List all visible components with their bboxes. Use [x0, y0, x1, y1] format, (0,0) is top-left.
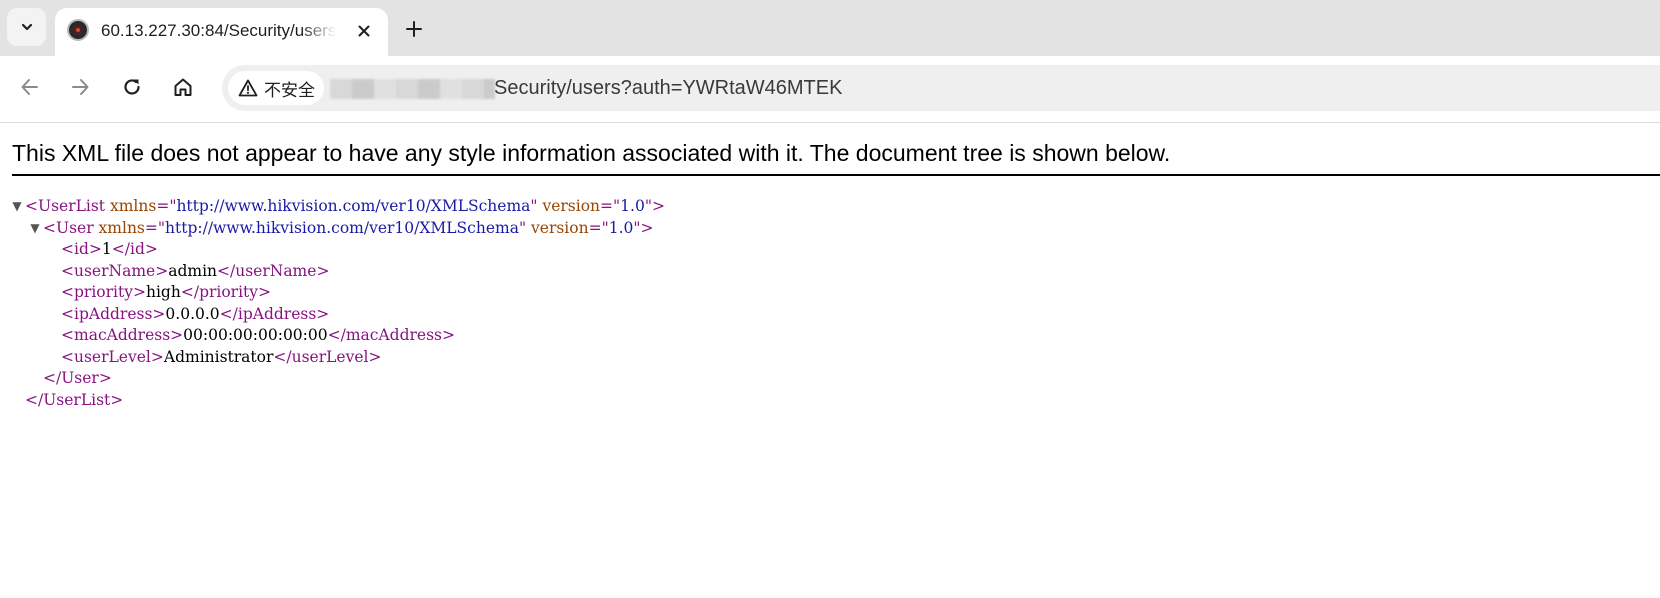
collapse-user-toggle[interactable]: ▼ — [29, 218, 41, 240]
browser-toolbar: 不安全 Security/users?auth=YWRtaW46MTEK — [0, 56, 1660, 123]
warning-triangle-icon — [238, 79, 258, 97]
mac-address-value: 00:00:00:00:00:00 — [183, 326, 328, 344]
camera-favicon-icon — [67, 19, 89, 41]
back-button[interactable] — [16, 73, 44, 101]
ip-address-value: 0.0.0.0 — [165, 304, 220, 323]
xml-field-id: <id>1</id> — [61, 240, 158, 258]
security-label: 不安全 — [264, 80, 315, 101]
xml-field-ipaddress: <ipAddress>0.0.0.0</ipAddress> — [61, 304, 330, 323]
reload-button[interactable] — [118, 73, 146, 101]
address-bar[interactable]: 不安全 Security/users?auth=YWRtaW46MTEK — [222, 65, 1660, 111]
security-indicator[interactable]: 不安全 — [228, 71, 324, 105]
arrow-right-icon — [72, 79, 89, 95]
new-tab-button[interactable] — [400, 15, 428, 43]
tag-name: User — [56, 218, 94, 237]
priority-value: high — [145, 283, 181, 301]
plus-icon — [406, 21, 422, 37]
tab-strip: 60.13.227.30:84/Security/users?auth=YWRt… — [0, 0, 1660, 56]
tab-search-button[interactable] — [7, 8, 46, 46]
xml-style-notice: This XML file does not appear to have an… — [12, 140, 1171, 166]
active-tab[interactable]: 60.13.227.30:84/Security/users?auth=YWRt… — [55, 8, 388, 56]
xml-field-username: <userName>admin</userName> — [61, 261, 330, 280]
reload-icon — [124, 79, 140, 95]
arrow-left-icon — [21, 79, 38, 95]
forward-button[interactable] — [66, 73, 94, 101]
tab-title: 60.13.227.30:84/Security/users?auth=YWRt… — [101, 21, 336, 40]
user-id-value: 1 — [101, 240, 112, 258]
xml-open-user: ▼ <User xmlns="http://www.hikvision.com/v… — [0, 218, 665, 240]
username-value: admin — [168, 261, 218, 280]
url-text[interactable]: Security/users?auth=YWRtaW46MTEK — [494, 76, 842, 100]
close-icon — [358, 25, 370, 37]
collapse-userlist-toggle[interactable]: ▼ — [11, 196, 23, 218]
chevron-down-icon — [21, 23, 32, 31]
home-icon — [174, 78, 192, 96]
xml-open-userlist: ▼ <UserList xmlns="http://www.hikvision.c… — [0, 196, 665, 218]
home-button[interactable] — [169, 73, 197, 101]
xml-field-macaddress: <macAddress>00:00:00:00:00:00</macAddres… — [61, 326, 455, 344]
user-level-value: Administrator — [163, 347, 274, 366]
url-redacted-host — [330, 79, 495, 99]
xml-field-priority: <priority>high</priority> — [61, 283, 272, 301]
xml-close-user: </User> — [43, 369, 112, 387]
xml-document-tree: ▼ <UserList xmlns="http://www.hikvision.c… — [0, 196, 665, 411]
tag-name: UserList — [38, 197, 106, 215]
tab-close-button[interactable] — [352, 19, 376, 43]
xml-field-userlevel: <userLevel>Administrator</userLevel> — [61, 347, 382, 366]
xml-close-userlist: </UserList> — [25, 390, 124, 409]
notice-divider — [12, 174, 1660, 176]
